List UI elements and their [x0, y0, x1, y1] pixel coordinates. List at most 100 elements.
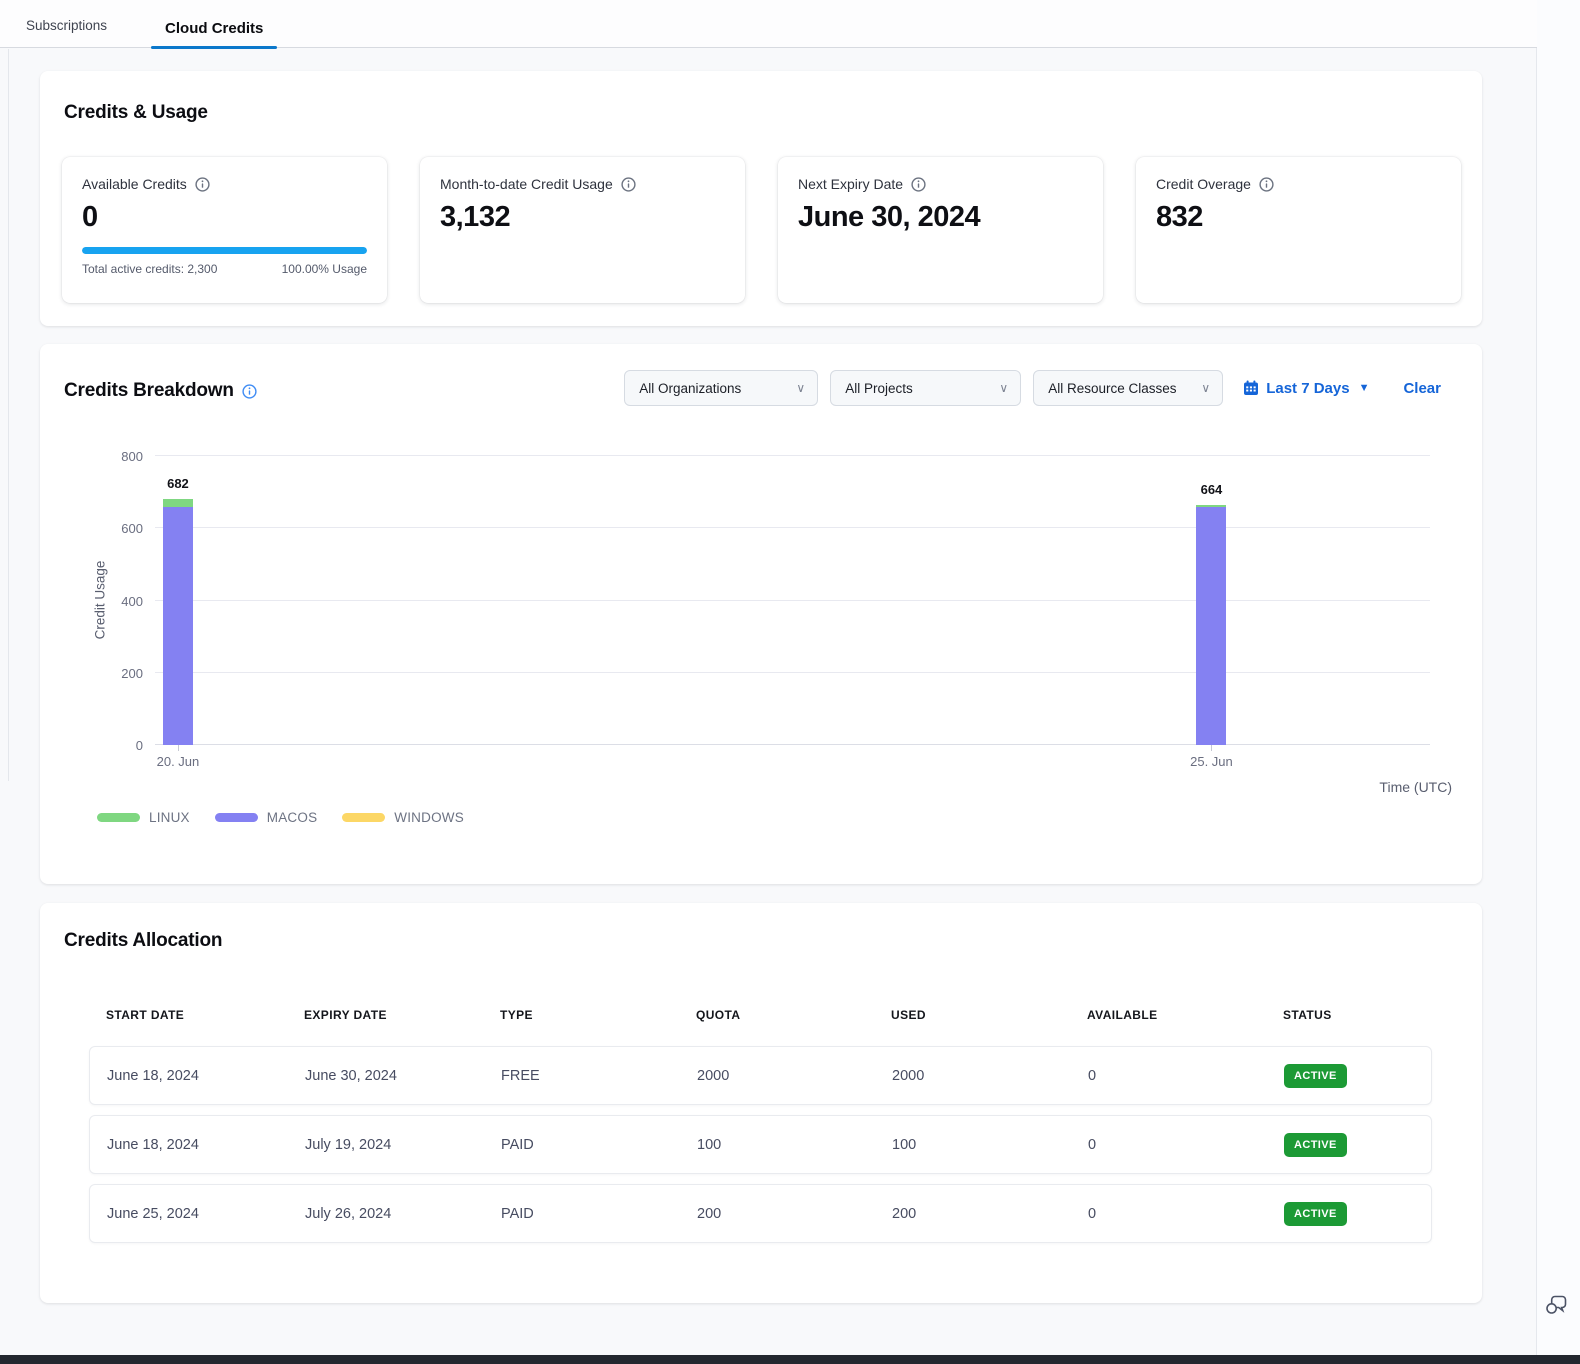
column-header-expiry: EXPIRY DATE [304, 1008, 500, 1022]
x-tick-label: 20. Jun [157, 754, 200, 769]
chat-bubbles-icon [1543, 1291, 1570, 1318]
bar-segment-macos [163, 507, 193, 745]
legend-swatch [342, 813, 385, 822]
bar-segment-macos [1196, 507, 1226, 745]
cell-status: ACTIVE [1284, 1202, 1431, 1226]
cell-status: ACTIVE [1284, 1133, 1431, 1157]
info-icon[interactable] [195, 177, 210, 192]
cell-start: June 25, 2024 [107, 1206, 305, 1222]
cell-start: June 18, 2024 [107, 1068, 305, 1084]
organizations-select-value: All Organizations [639, 381, 741, 396]
bottom-window-edge [0, 1355, 1580, 1364]
x-axis-label: Time (UTC) [1379, 779, 1452, 795]
chevron-down-icon: ∨ [999, 381, 1008, 395]
legend-item-linux[interactable]: LINUX [97, 810, 190, 825]
bar-total-label: 682 [167, 476, 189, 491]
metric-card-1: Month-to-date Credit Usage 3,132 [420, 157, 745, 303]
clear-filters-button[interactable]: Clear [1403, 380, 1441, 397]
cell-status: ACTIVE [1284, 1064, 1431, 1088]
info-icon[interactable] [911, 177, 926, 192]
total-active-credits: Total active credits: 2,300 [82, 262, 217, 276]
metric-value: 0 [82, 201, 367, 234]
legend-swatch [97, 813, 140, 822]
legend-label: LINUX [149, 810, 190, 825]
metric-value: 3,132 [440, 201, 725, 234]
resource-classes-select[interactable]: All Resource Classes ∨ [1033, 370, 1223, 406]
table-row: June 18, 2024June 30, 2024FREE200020000A… [89, 1046, 1432, 1105]
cell-expiry: June 30, 2024 [305, 1068, 501, 1084]
column-header-used: USED [891, 1008, 1087, 1022]
credits-breakdown-title-text: Credits Breakdown [64, 380, 234, 402]
main-panel: Subscriptions Cloud Credits Credits & Us… [0, 0, 1537, 1364]
chevron-down-icon: ∨ [1201, 381, 1210, 395]
y-tick-label: 600 [93, 521, 143, 536]
tab-cloud-credits[interactable]: Cloud Credits [151, 20, 277, 47]
cell-quota: 200 [697, 1206, 892, 1222]
credits-usage-title: Credits & Usage [64, 102, 208, 124]
bar-25-jun[interactable] [1196, 505, 1226, 745]
right-gutter [1537, 0, 1580, 1364]
y-tick-label: 400 [93, 594, 143, 609]
credits-breakdown-title: Credits Breakdown [64, 380, 257, 402]
legend-item-macos[interactable]: MACOS [215, 810, 318, 825]
info-icon[interactable] [621, 177, 636, 192]
filter-bar: All Organizations ∨ All Projects ∨ All R… [624, 370, 1441, 406]
y-tick-label: 800 [93, 449, 143, 464]
table-row: June 25, 2024July 26, 2024PAID2002000ACT… [89, 1184, 1432, 1243]
x-tick-mark [178, 745, 179, 751]
metric-label: Next Expiry Date [798, 176, 903, 192]
date-range-value: Last 7 Days [1266, 380, 1349, 397]
legend-item-windows[interactable]: WINDOWS [342, 810, 464, 825]
usage-percent: 100.00% Usage [282, 262, 367, 276]
resource-classes-select-value: All Resource Classes [1048, 381, 1176, 396]
date-range-picker[interactable]: Last 7 Days ▼ [1243, 380, 1369, 397]
bar-total-label: 664 [1201, 482, 1223, 497]
projects-select-value: All Projects [845, 381, 913, 396]
chart-legend: LINUX MACOS WINDOWS [97, 810, 489, 825]
tab-bar: Subscriptions Cloud Credits [0, 0, 1537, 48]
cell-type: FREE [501, 1068, 697, 1084]
bar-segment-linux [163, 499, 193, 507]
status-badge: ACTIVE [1284, 1064, 1347, 1088]
scroll-track-line [8, 49, 9, 781]
column-header-available: AVAILABLE [1087, 1008, 1283, 1022]
info-icon[interactable] [1259, 177, 1274, 192]
credits-allocation-section: Credits Allocation START DATEEXPIRY DATE… [40, 903, 1482, 1303]
info-icon[interactable] [242, 384, 257, 399]
metric-card-row: Available Credits 0 Total active credits: … [62, 157, 1461, 303]
gridline [155, 527, 1430, 528]
metric-card-0: Available Credits 0 Total active credits: … [62, 157, 387, 303]
cell-start: June 18, 2024 [107, 1137, 305, 1153]
calendar-icon [1243, 380, 1259, 396]
legend-label: MACOS [267, 810, 318, 825]
cell-type: PAID [501, 1206, 697, 1222]
metric-card-3: Credit Overage 832 [1136, 157, 1461, 303]
legend-label: WINDOWS [394, 810, 464, 825]
status-badge: ACTIVE [1284, 1202, 1347, 1226]
metric-label: Month-to-date Credit Usage [440, 176, 613, 192]
organizations-select[interactable]: All Organizations ∨ [624, 370, 818, 406]
cell-available: 0 [1088, 1206, 1284, 1222]
table-body: June 18, 2024June 30, 2024FREE200020000A… [89, 1046, 1432, 1253]
cell-available: 0 [1088, 1068, 1284, 1084]
y-tick-label: 200 [93, 666, 143, 681]
projects-select[interactable]: All Projects ∨ [830, 370, 1021, 406]
bar-20-jun[interactable] [163, 499, 193, 745]
cell-used: 100 [892, 1137, 1088, 1153]
metric-label: Available Credits [82, 176, 187, 192]
credits-allocation-title: Credits Allocation [64, 930, 222, 952]
column-header-quota: QUOTA [696, 1008, 891, 1022]
support-chat-button[interactable] [1540, 1288, 1572, 1320]
column-header-status: STATUS [1283, 1008, 1432, 1022]
gridline [155, 600, 1430, 601]
column-header-start: START DATE [106, 1008, 304, 1022]
tab-subscriptions[interactable]: Subscriptions [22, 18, 111, 47]
cell-type: PAID [501, 1137, 697, 1153]
legend-swatch [215, 813, 258, 822]
metric-value: 832 [1156, 201, 1441, 234]
credits-progress-bar [82, 247, 367, 254]
cell-quota: 2000 [697, 1068, 892, 1084]
y-tick-label: 0 [93, 738, 143, 753]
gridline [155, 744, 1430, 745]
metric-label: Credit Overage [1156, 176, 1251, 192]
